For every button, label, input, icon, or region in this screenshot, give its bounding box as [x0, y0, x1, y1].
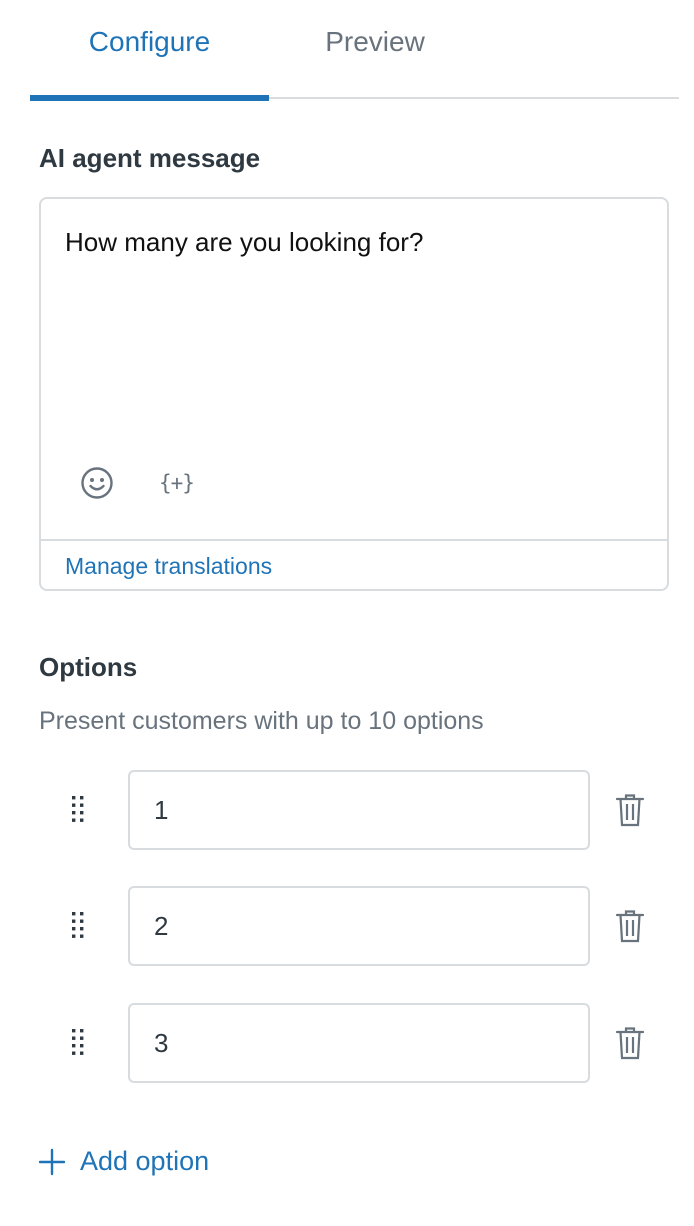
editor-footer: Manage translations: [41, 539, 667, 591]
add-option-button[interactable]: Add option: [38, 1146, 209, 1177]
block-config-panel: Configure Preview AI agent message How m…: [0, 0, 694, 1226]
add-option-label: Add option: [80, 1146, 210, 1176]
option-input[interactable]: [128, 886, 590, 966]
insert-variable-button[interactable]: {+}: [159, 471, 195, 495]
agent-message-heading: AI agent message: [39, 143, 261, 173]
trash-icon[interactable]: [614, 1025, 646, 1061]
agent-message-editor[interactable]: How many are you looking for? {+} Manage…: [39, 197, 669, 591]
option-input[interactable]: [128, 770, 590, 850]
option-row: [0, 886, 694, 966]
agent-message-text[interactable]: How many are you looking for?: [65, 227, 423, 258]
tab-configure[interactable]: Configure: [30, 0, 269, 101]
option-row: [0, 770, 694, 850]
tab-configure-label: Configure: [88, 25, 211, 57]
options-heading: Options: [39, 652, 138, 682]
option-input[interactable]: [128, 1003, 590, 1083]
plus-icon: [38, 1148, 66, 1175]
editor-toolbar: {+}: [79, 465, 195, 501]
tab-bar: Configure Preview: [30, 0, 679, 101]
trash-icon[interactable]: [614, 792, 646, 828]
tab-preview-label: Preview: [325, 25, 425, 57]
drag-handle-icon[interactable]: [66, 794, 90, 826]
option-row: [0, 1003, 694, 1083]
drag-handle-icon[interactable]: [66, 910, 90, 942]
manage-translations-link[interactable]: Manage translations: [65, 553, 272, 580]
drag-handle-icon[interactable]: [66, 1027, 90, 1059]
smiley-icon[interactable]: [79, 465, 115, 501]
options-description: Present customers with up to 10 options: [39, 707, 484, 735]
trash-icon[interactable]: [614, 908, 646, 944]
tab-preview[interactable]: Preview: [269, 0, 481, 99]
